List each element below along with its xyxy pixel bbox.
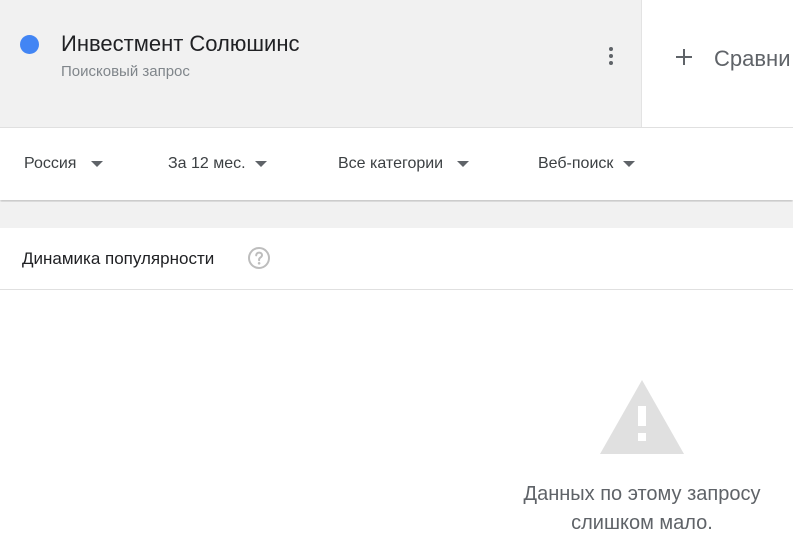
caret-down-icon bbox=[91, 161, 104, 167]
plus-icon[interactable] bbox=[675, 48, 693, 66]
search-term-card[interactable]: Инвестмент Солюшинс Поисковый запрос bbox=[0, 0, 642, 127]
more-vert-icon[interactable] bbox=[596, 38, 626, 74]
filter-region[interactable]: Россия bbox=[24, 153, 104, 175]
filter-region-label: Россия bbox=[24, 155, 77, 172]
term-color-dot bbox=[20, 35, 39, 54]
search-term-title: Инвестмент Солюшинс bbox=[61, 31, 300, 56]
compare-label[interactable]: Сравни bbox=[714, 45, 790, 73]
empty-message-line-1: Данных по этому запросу bbox=[523, 483, 761, 505]
interest-over-time-card: Динамика популярности Данных по этому за… bbox=[0, 228, 793, 542]
warning-icon bbox=[600, 380, 684, 454]
filter-category-label: Все категории bbox=[338, 155, 444, 172]
help-circle-icon[interactable] bbox=[247, 246, 271, 270]
filters-bar: Россия За 12 мес. Все категории Веб-поис… bbox=[0, 127, 793, 200]
caret-down-icon bbox=[623, 161, 636, 167]
section-divider-band bbox=[0, 202, 793, 228]
empty-message-line-2: слишком мало. bbox=[571, 512, 713, 534]
filter-search-type-label: Веб-поиск bbox=[538, 155, 614, 172]
section-header: Динамика популярности bbox=[0, 228, 793, 290]
caret-down-icon bbox=[457, 161, 470, 167]
search-term-type: Поисковый запрос bbox=[61, 63, 190, 80]
caret-down-icon bbox=[254, 161, 267, 167]
trends-explore-page: Инвестмент Солюшинс Поисковый запрос Сра… bbox=[0, 0, 793, 542]
empty-state-message: Данных по этому запросу слишком мало. bbox=[487, 480, 793, 538]
filter-category[interactable]: Все категории bbox=[338, 153, 470, 175]
filter-time-range-label: За 12 мес. bbox=[168, 155, 246, 172]
filter-search-type[interactable]: Веб-поиск bbox=[538, 153, 636, 175]
filter-time-range[interactable]: За 12 мес. bbox=[168, 153, 267, 175]
section-title: Динамика популярности bbox=[22, 249, 215, 268]
